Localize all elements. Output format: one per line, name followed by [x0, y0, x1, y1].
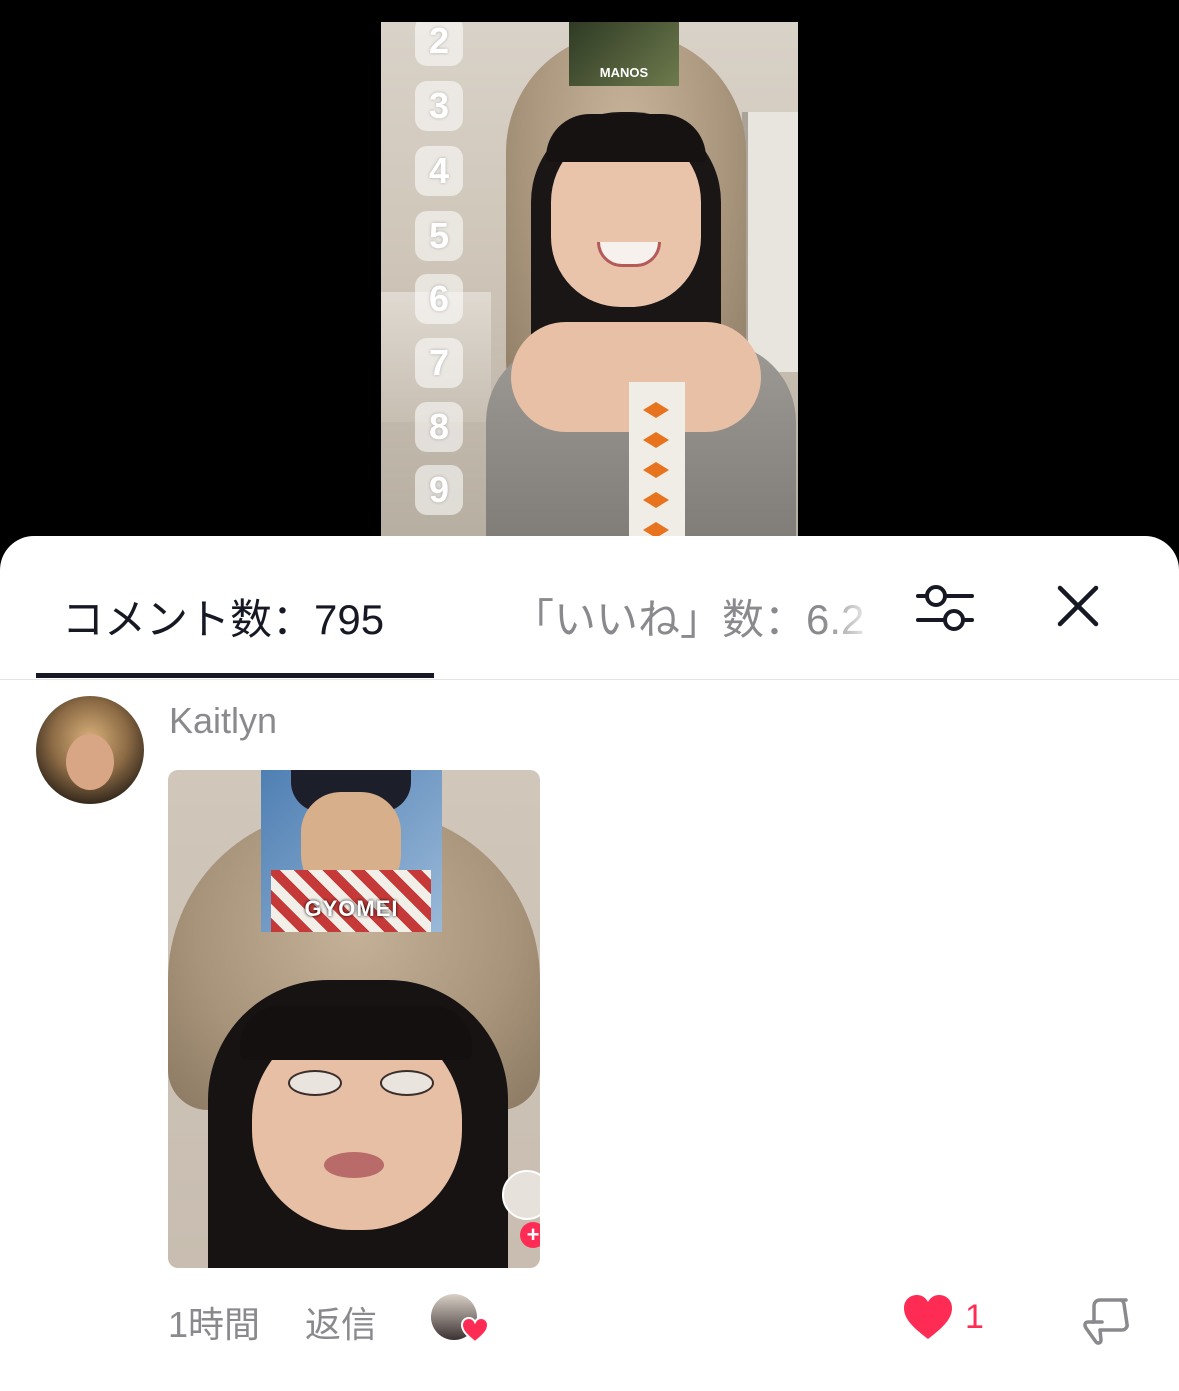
eye — [380, 1070, 434, 1096]
eye — [288, 1070, 342, 1096]
comment-timestamp: 1時間 — [168, 1304, 261, 1345]
comment-video-sticker: GYOMEI — [261, 770, 442, 932]
thumbs-down-icon[interactable] — [1080, 1292, 1134, 1346]
number-tile: 9 — [415, 465, 463, 515]
number-tile: 3 — [415, 81, 463, 131]
comment-username[interactable]: Kaitlyn — [169, 700, 277, 742]
video-player[interactable]: MANOS 2 3 4 5 6 7 8 9 — [381, 22, 798, 542]
sliders-icon[interactable] — [914, 580, 976, 636]
avatar[interactable] — [36, 696, 144, 804]
heart-icon — [460, 1316, 490, 1344]
tab-likes[interactable]: 「いいね」数：6.2 — [512, 586, 877, 647]
number-tile: 4 — [415, 146, 463, 196]
reply-button[interactable]: 返信 — [305, 1296, 377, 1348]
number-tile: 8 — [415, 402, 463, 452]
active-tab-indicator — [36, 673, 434, 678]
number-tile: 7 — [415, 338, 463, 388]
number-tile: 6 — [415, 274, 463, 324]
comment-sheet: コメント数：795 「いいね」数：6.2 Kaitlyn GYOMEI + 1時… — [0, 536, 1179, 1391]
tab-divider — [0, 679, 1179, 680]
bangs — [240, 1006, 472, 1060]
close-icon[interactable] — [1052, 580, 1104, 632]
like-count: 1 — [965, 1298, 984, 1336]
bangs — [546, 114, 706, 162]
video-sticker: MANOS — [569, 22, 679, 86]
comment-video-sticker-text: GYOMEI — [304, 896, 399, 921]
lips — [324, 1152, 384, 1178]
follow-plus-icon[interactable]: + — [520, 1222, 540, 1248]
number-tile: 2 — [415, 22, 463, 66]
video-sticker-text: MANOS — [599, 65, 649, 80]
comment-video-thumbnail[interactable]: GYOMEI + — [168, 770, 540, 1268]
heart-icon[interactable] — [902, 1293, 954, 1341]
tab-comments[interactable]: コメント数：795 — [62, 586, 384, 647]
number-tile: 5 — [415, 211, 463, 261]
background-door — [742, 112, 798, 372]
